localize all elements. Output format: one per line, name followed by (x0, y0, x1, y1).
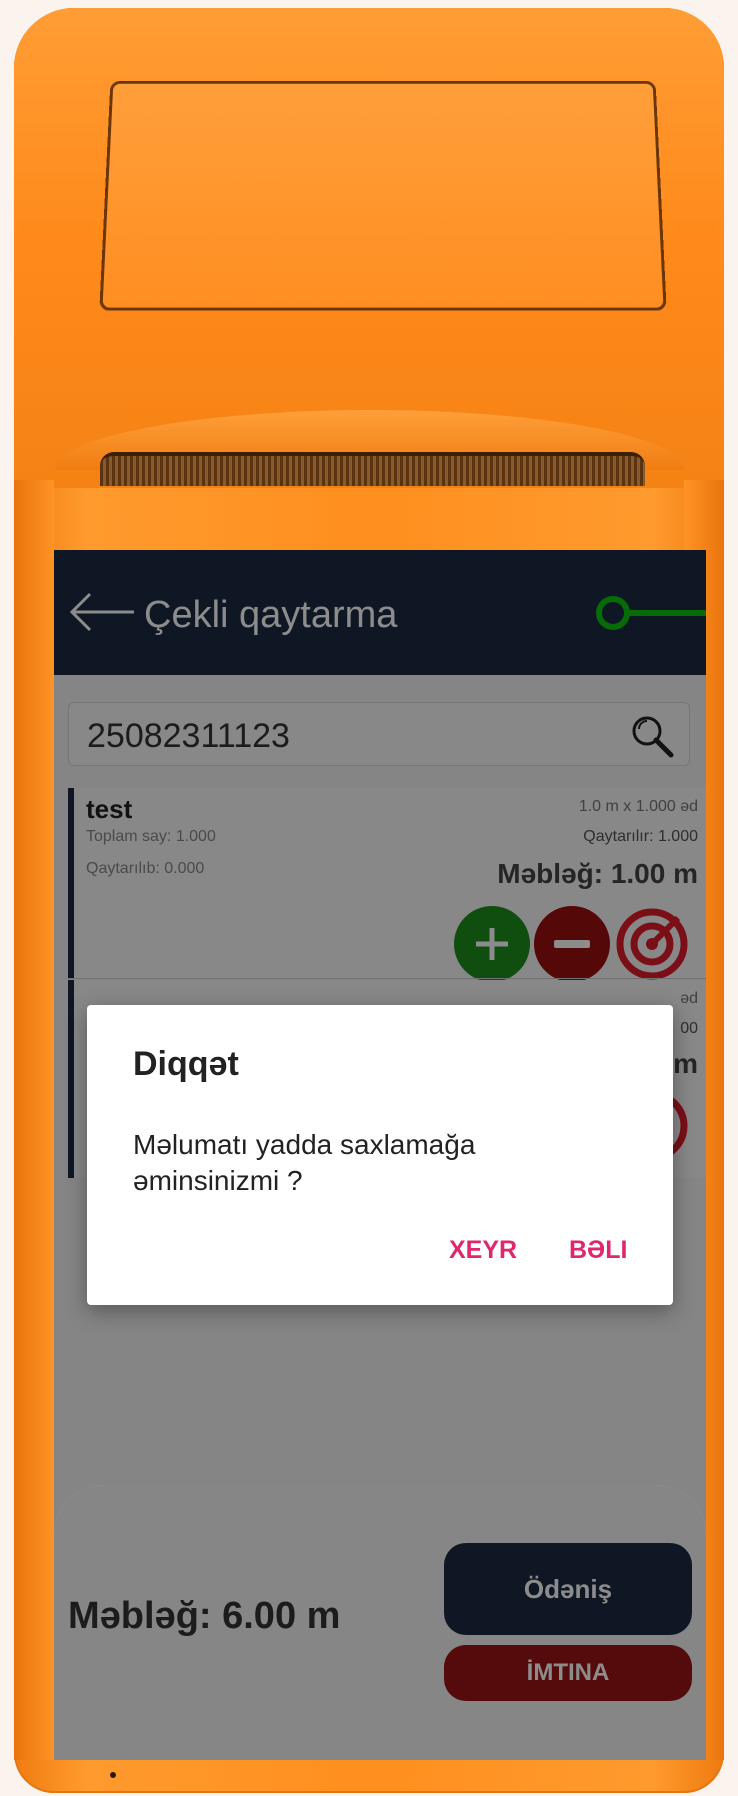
no-button[interactable]: XEYR (439, 1230, 527, 1271)
footer-scrim (54, 1485, 706, 1760)
paper-slot (100, 452, 645, 486)
dialog-title: Diqqət (133, 1045, 239, 1083)
device-left-edge (14, 480, 54, 1760)
dialog-message: Məlumatı yadda saxlamağa əminsinizmi ? (133, 1129, 476, 1196)
confirm-dialog: Diqqət Məlumatı yadda saxlamağa əminsini… (87, 1005, 673, 1305)
device-indicator (110, 1772, 116, 1778)
printer-lid (99, 80, 667, 311)
device-screen: Çekli qaytarma 25082311123 test Toplam s… (54, 550, 706, 1760)
yes-button[interactable]: BƏLI (559, 1230, 637, 1271)
